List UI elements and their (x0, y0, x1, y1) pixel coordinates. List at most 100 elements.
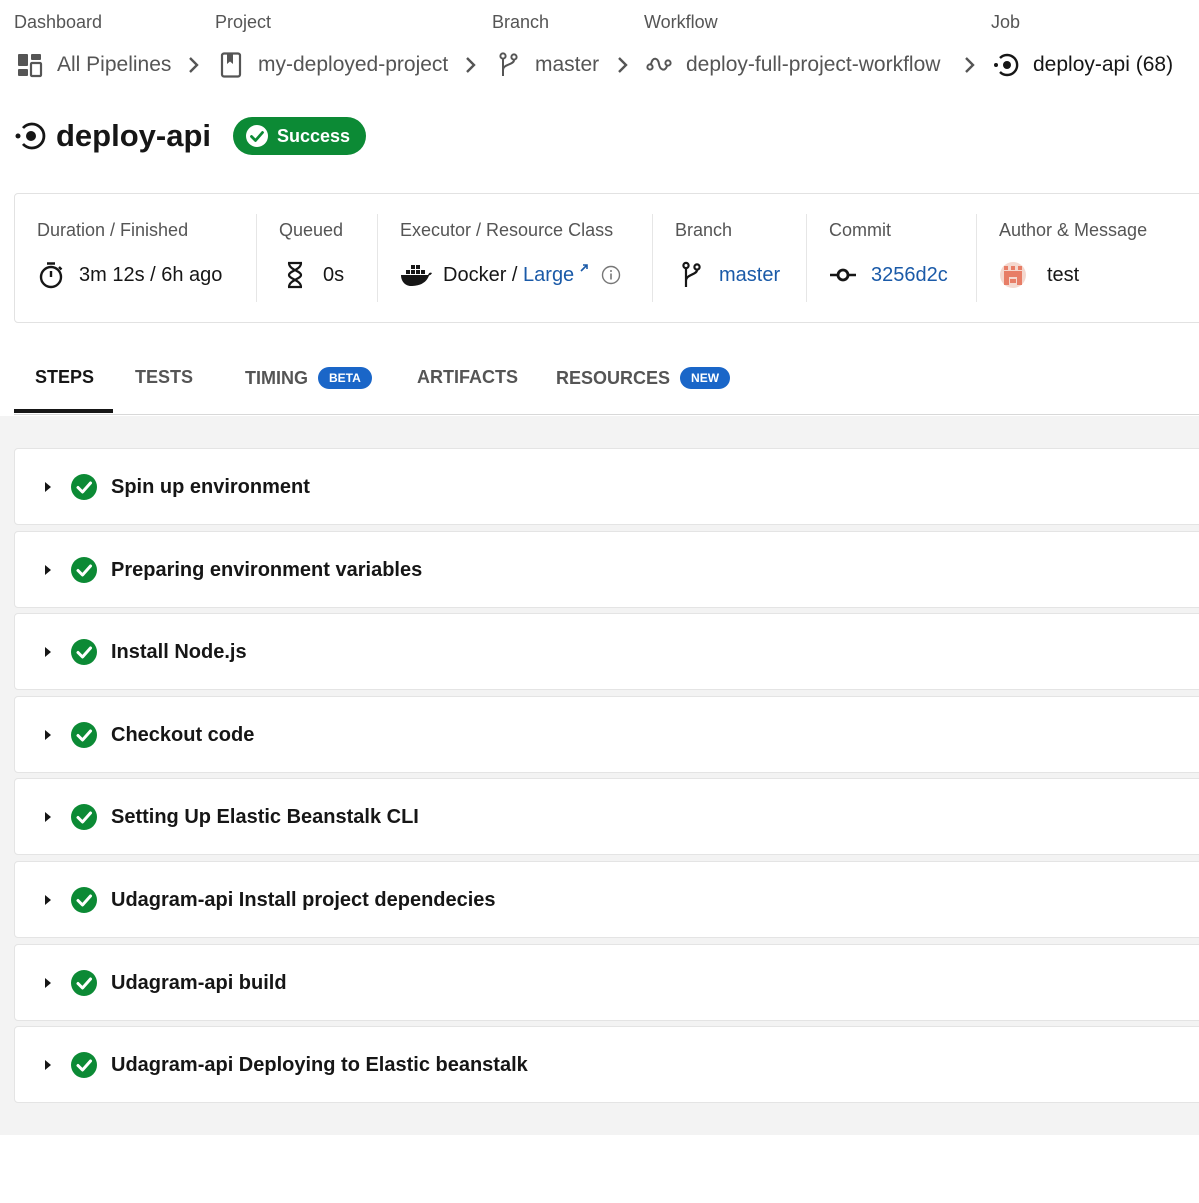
status-badge-label: Success (277, 125, 351, 146)
step-name: Install Node.js (111, 640, 247, 663)
breadcrumb-job: deploy-api (68) (993, 52, 1173, 78)
divider (256, 214, 257, 302)
detail-value-row: Docker / Large (400, 260, 621, 290)
detail-label: Duration / Finished (37, 220, 189, 240)
detail-value: 3m 12s / 6h ago (79, 263, 223, 286)
step-name: Setting Up Elastic Beanstalk CLI (111, 805, 419, 828)
chevron-right-icon (618, 57, 628, 73)
branch-icon (495, 52, 521, 78)
status-badge: Success (233, 117, 367, 155)
check-circle-icon (71, 970, 97, 996)
step-name: Udagram-api Install project dependecies (111, 888, 496, 911)
step-name: Checkout code (111, 723, 255, 746)
caret-right-icon[interactable] (43, 893, 53, 907)
step-name: Preparing environment variables (111, 558, 423, 581)
breadcrumb-label: All Pipelines (57, 53, 172, 76)
check-circle-icon (71, 474, 97, 500)
tab-label: STEPS (35, 367, 95, 387)
chevron-right-icon (965, 57, 975, 73)
check-circle-icon (71, 1052, 97, 1078)
detail-value-row: 3m 12s / 6h ago (37, 260, 222, 290)
external-link-icon (580, 264, 588, 272)
workflow-icon (646, 52, 672, 78)
breadcrumb-heading-dashboard: Dashboard (14, 12, 103, 32)
chevron-right-icon (189, 57, 199, 73)
breadcrumb-heading-workflow: Workflow (644, 12, 718, 32)
branch-icon (677, 261, 705, 289)
step-row[interactable]: Preparing environment variables (14, 531, 1199, 608)
tab-label: TESTS (135, 367, 194, 387)
divider (377, 214, 378, 302)
divider (652, 214, 653, 302)
caret-right-icon[interactable] (43, 645, 53, 659)
caret-right-icon[interactable] (43, 563, 53, 577)
hourglass-icon (281, 261, 309, 289)
job-icon (15, 122, 46, 150)
info-icon[interactable] (601, 265, 621, 285)
chevron-right-icon (466, 57, 476, 73)
avatar (999, 261, 1027, 289)
docker-icon (400, 261, 432, 289)
breadcrumb-heading-project: Project (215, 12, 272, 32)
caret-right-icon[interactable] (43, 810, 53, 824)
breadcrumb-heading-job: Job (991, 12, 1021, 32)
tab-tests[interactable]: TESTS (135, 367, 193, 388)
breadcrumb-workflow[interactable]: deploy-full-project-workflow (646, 52, 940, 78)
tab-label: RESOURCES (556, 367, 671, 388)
tab-label: ARTIFACTS (417, 367, 518, 387)
breadcrumb-label: deploy-api (68) (1033, 53, 1174, 76)
detail-label: Executor / Resource Class (400, 220, 614, 240)
tab-resources[interactable]: RESOURCES NEW (556, 367, 731, 389)
executor-separator: / (506, 263, 524, 286)
breadcrumb-heading-branch: Branch (492, 12, 550, 32)
check-circle-icon (71, 639, 97, 665)
caret-right-icon[interactable] (43, 728, 53, 742)
commit-link[interactable]: 3256d2c (871, 264, 948, 287)
step-name: Spin up environment (111, 475, 310, 498)
detail-label: Branch (675, 220, 733, 240)
resource-class-link[interactable]: Large (523, 264, 574, 287)
page-header: deploy-api Success (14, 116, 367, 156)
divider (976, 214, 977, 302)
dashboard-grid-icon (17, 52, 43, 78)
commit-icon (829, 261, 857, 289)
steps-list: Spin up environment Preparing environment… (0, 416, 1199, 1135)
breadcrumb-branch[interactable]: master (495, 52, 599, 78)
check-circle-icon (246, 125, 269, 147)
detail-value: 0s (323, 263, 345, 286)
detail-label: Author & Message (999, 220, 1148, 240)
tab-label: TIMING (245, 367, 308, 388)
branch-link[interactable]: master (719, 264, 780, 287)
stopwatch-icon (37, 261, 65, 289)
divider (806, 214, 807, 302)
tab-timing[interactable]: TIMING BETA (245, 367, 372, 389)
tab-steps[interactable]: STEPS (35, 367, 94, 388)
breadcrumb-project[interactable]: my-deployed-project (218, 52, 448, 78)
page-title: deploy-api (56, 118, 212, 153)
check-circle-icon (71, 887, 97, 913)
breadcrumb-all-pipelines[interactable]: All Pipelines (17, 52, 171, 78)
check-circle-icon (71, 722, 97, 748)
check-circle-icon (71, 804, 97, 830)
executor-name: Docker (443, 263, 507, 286)
bookmark-icon (218, 52, 244, 78)
step-row[interactable]: Udagram-api build (14, 944, 1199, 1021)
breadcrumb-label: master (535, 53, 600, 76)
step-row[interactable]: Udagram-api Deploying to Elastic beansta… (14, 1026, 1199, 1103)
step-row[interactable]: Checkout code (14, 696, 1199, 773)
caret-right-icon[interactable] (43, 1058, 53, 1072)
detail-label: Queued (279, 220, 344, 240)
commit-message: test (1047, 263, 1080, 286)
breadcrumb-label: deploy-full-project-workflow (686, 53, 941, 76)
step-row[interactable]: Spin up environment (14, 448, 1199, 525)
step-row[interactable]: Setting Up Elastic Beanstalk CLI (14, 778, 1199, 855)
caret-right-icon[interactable] (43, 480, 53, 494)
breadcrumb-label: my-deployed-project (258, 53, 449, 76)
detail-label: Commit (829, 220, 891, 240)
caret-right-icon[interactable] (43, 976, 53, 990)
tab-artifacts[interactable]: ARTIFACTS (417, 367, 518, 388)
step-row[interactable]: Install Node.js (14, 613, 1199, 690)
check-circle-icon (71, 557, 97, 583)
step-row[interactable]: Udagram-api Install project dependecies (14, 861, 1199, 938)
new-pill: NEW (680, 367, 731, 389)
